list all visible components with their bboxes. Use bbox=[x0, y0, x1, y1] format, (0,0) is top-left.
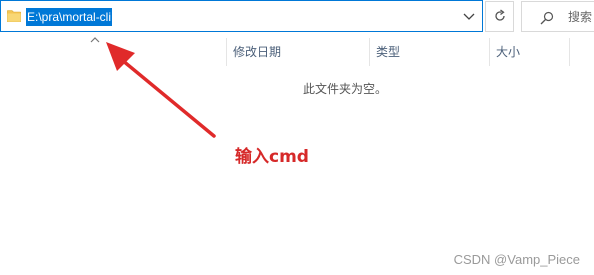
column-header-size[interactable]: 大小 bbox=[489, 38, 569, 66]
refresh-button[interactable] bbox=[485, 1, 514, 32]
address-bar[interactable]: E:\pra\mortal-cli bbox=[0, 0, 483, 32]
address-path-text[interactable]: E:\pra\mortal-cli bbox=[26, 8, 113, 26]
watermark: CSDN @Vamp_Piece bbox=[453, 252, 580, 267]
folder-icon bbox=[7, 10, 21, 22]
column-header-row: 修改日期 类型 大小 bbox=[0, 37, 594, 66]
explorer-toolbar: E:\pra\mortal-cli 搜索 bbox=[0, 0, 594, 34]
annotation-text: 输入cmd bbox=[235, 147, 309, 167]
column-header-date-modified[interactable]: 修改日期 bbox=[226, 38, 369, 66]
column-header-name[interactable] bbox=[0, 38, 226, 66]
address-history-dropdown[interactable] bbox=[456, 1, 482, 31]
empty-folder-message: 此文件夹为空。 bbox=[302, 82, 387, 96]
refresh-icon bbox=[494, 9, 505, 21]
column-header-type[interactable]: 类型 bbox=[369, 38, 489, 66]
column-header-spacer bbox=[569, 38, 594, 66]
search-icon bbox=[540, 11, 554, 25]
search-placeholder[interactable]: 搜索 bbox=[568, 2, 592, 31]
search-box[interactable]: 搜索 bbox=[521, 1, 594, 32]
chevron-down-icon bbox=[463, 13, 475, 20]
